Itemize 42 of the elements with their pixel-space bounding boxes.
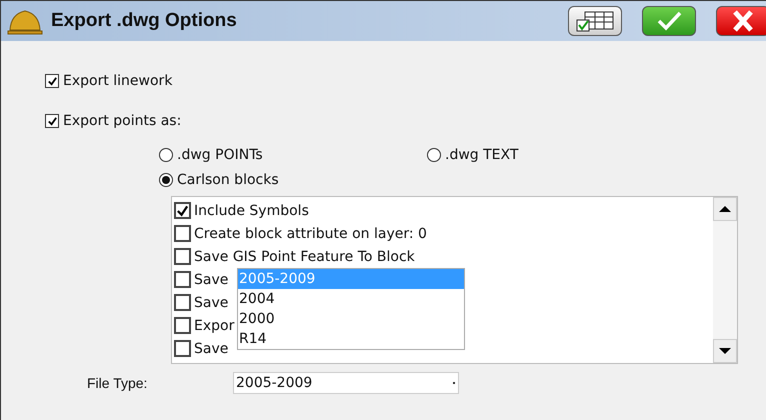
list-checkbox[interactable]: Expor xyxy=(174,314,234,337)
list-item-label: Save GIS Point Feature To Block xyxy=(194,248,415,264)
table-button[interactable] xyxy=(568,6,622,36)
list-checkbox[interactable]: Save xyxy=(174,268,228,291)
checkbox-box xyxy=(174,294,191,311)
radio-label: .dwg TEXT xyxy=(445,147,518,163)
list-checkbox[interactable]: Include Symbols xyxy=(174,199,309,222)
scrollbar[interactable] xyxy=(713,197,737,363)
list-item-label: Create block attribute on layer: 0 xyxy=(194,226,427,242)
list-checkbox[interactable]: Save xyxy=(174,291,228,314)
radio-label: .dwg POINTs xyxy=(177,147,263,163)
list-checkbox[interactable]: Save GIS Point Feature To Block xyxy=(174,245,415,268)
checkbox-box xyxy=(174,248,191,265)
ok-button[interactable] xyxy=(642,6,696,36)
radio-button[interactable]: .dwg POINTs xyxy=(159,147,427,163)
radio-button[interactable]: .dwg TEXT xyxy=(427,147,518,163)
close-button[interactable] xyxy=(716,6,766,36)
window-title: Export .dwg Options xyxy=(51,10,238,32)
file-type-dropdown[interactable]: 2005-2009 xyxy=(233,372,459,394)
checkbox-box xyxy=(174,271,191,288)
dropdown-option[interactable]: R14 xyxy=(238,329,464,349)
scroll-up-button[interactable] xyxy=(713,197,737,221)
checkbox-label: Export points as: xyxy=(63,113,182,129)
list-checkbox[interactable]: Create block attribute on layer: 0 xyxy=(174,222,427,245)
scroll-down-button[interactable] xyxy=(713,339,737,363)
close-icon xyxy=(730,10,756,32)
list-item-label: Save xyxy=(194,272,228,288)
list-item-label: Expor xyxy=(194,318,234,334)
list-checkbox[interactable]: Save xyxy=(174,337,228,360)
checkbox-box xyxy=(174,340,191,357)
table-check-icon xyxy=(575,10,615,32)
list-item-label: Save xyxy=(194,294,228,310)
checkbox-box xyxy=(174,317,191,334)
dropdown-option[interactable]: 2004 xyxy=(238,289,464,309)
file-type-label: File Type: xyxy=(87,375,148,391)
list-item-label: Save xyxy=(194,340,228,356)
dropdown-option[interactable]: 2000 xyxy=(238,309,464,329)
checkbox[interactable]: Export linework xyxy=(45,73,766,89)
checkbox[interactable]: Export points as: xyxy=(45,113,766,129)
list-item-label: Include Symbols xyxy=(194,202,309,218)
checkbox-box xyxy=(174,225,191,242)
checkbox-label: Export linework xyxy=(63,73,172,89)
